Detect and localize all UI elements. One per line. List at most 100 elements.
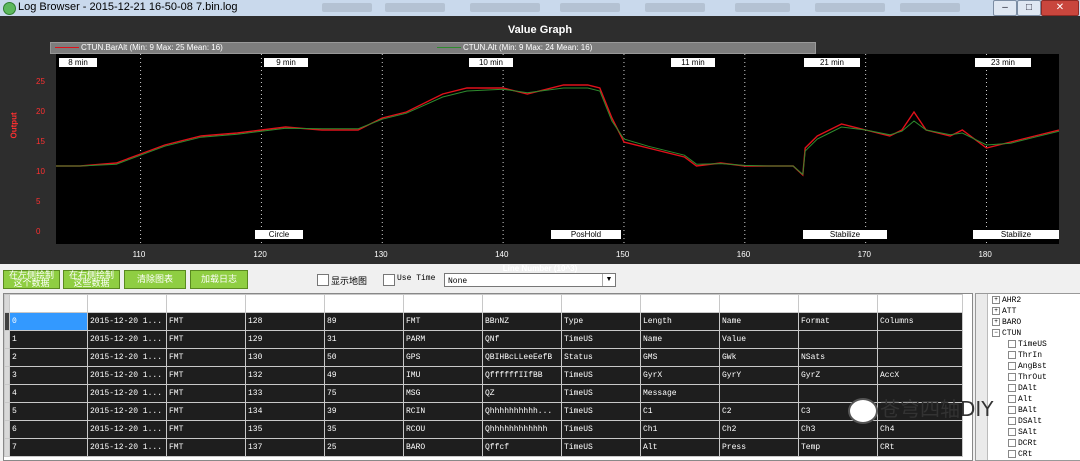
table-cell[interactable] — [719, 384, 799, 403]
table-cell[interactable]: MSG — [403, 384, 483, 403]
table-cell[interactable]: 130 — [245, 348, 325, 367]
table-cell[interactable]: Type — [561, 312, 641, 331]
field-checkbox[interactable] — [1008, 351, 1016, 359]
column-header[interactable] — [561, 294, 641, 313]
table-cell[interactable]: QffffffIIfBB — [482, 366, 562, 385]
table-cell[interactable]: FMT — [166, 366, 246, 385]
table-cell[interactable]: Value — [719, 330, 799, 349]
table-cell[interactable]: 2015-12-20 1... — [87, 402, 167, 421]
table-cell[interactable]: FMT — [166, 330, 246, 349]
table-cell[interactable]: C2 — [719, 402, 799, 421]
column-header[interactable] — [403, 294, 483, 313]
minimize-button[interactable]: – — [993, 0, 1017, 16]
table-cell[interactable]: Message — [640, 384, 720, 403]
table-cell[interactable]: Press — [719, 438, 799, 457]
table-cell[interactable]: FMT — [403, 312, 483, 331]
table-row[interactable]: 0 2015-12-20 1... FMT 128 89 FMT BBnNZ Type Leng… — [4, 312, 963, 331]
table-cell[interactable]: 39 — [324, 402, 404, 421]
tree-leaf[interactable]: Alt — [1008, 395, 1032, 404]
table-cell[interactable]: 31 — [324, 330, 404, 349]
table-cell[interactable]: FMT — [166, 402, 246, 421]
table-cell[interactable]: 133 — [245, 384, 325, 403]
use-time-checkbox[interactable] — [383, 274, 395, 286]
table-cell[interactable]: Ch1 — [640, 420, 720, 439]
tree-node-baro[interactable]: + BARO — [992, 318, 1021, 327]
table-cell[interactable]: Name — [719, 312, 799, 331]
table-cell[interactable]: 128 — [245, 312, 325, 331]
plot-area[interactable] — [56, 54, 1059, 244]
expand-icon[interactable]: + — [992, 296, 1000, 304]
table-cell[interactable]: 25 — [324, 438, 404, 457]
tree-leaf[interactable]: ThrOut — [1008, 373, 1047, 382]
table-cell[interactable]: Columns — [877, 312, 963, 331]
table-cell[interactable]: GMS — [640, 348, 720, 367]
table-cell[interactable]: GPS — [403, 348, 483, 367]
table-cell[interactable]: FMT — [166, 312, 246, 331]
table-cell[interactable]: 49 — [324, 366, 404, 385]
column-header[interactable] — [482, 294, 562, 313]
field-checkbox[interactable] — [1008, 439, 1016, 447]
table-cell[interactable]: Length — [640, 312, 720, 331]
load-log-button[interactable]: 加载日志 — [190, 270, 248, 289]
graph-right-button[interactable]: 在右侧绘制 这些数据 — [63, 270, 120, 289]
table-cell[interactable]: 35 — [324, 420, 404, 439]
tree-scrollbar[interactable] — [976, 294, 988, 460]
table-cell[interactable]: 134 — [245, 402, 325, 421]
table-cell[interactable]: 2015-12-20 1... — [87, 420, 167, 439]
table-cell[interactable]: BARO — [403, 438, 483, 457]
table-cell[interactable]: GyrY — [719, 366, 799, 385]
table-cell[interactable]: QZ — [482, 384, 562, 403]
log-data-grid[interactable]: 0 2015-12-20 1... FMT 128 89 FMT BBnNZ Type Leng… — [3, 293, 973, 461]
table-row[interactable]: 1 2015-12-20 1... FMT 129 31 PARM QNf TimeUS Nam… — [4, 330, 963, 349]
field-checkbox[interactable] — [1008, 362, 1016, 370]
field-checkbox[interactable] — [1008, 406, 1016, 414]
field-checkbox[interactable] — [1008, 450, 1016, 458]
table-cell[interactable]: 2015-12-20 1... — [87, 366, 167, 385]
table-cell[interactable]: 6 — [9, 420, 88, 439]
table-cell[interactable]: 2015-12-20 1... — [87, 438, 167, 457]
column-header[interactable] — [9, 294, 88, 313]
table-cell[interactable]: Qhhhhhhhhhh... — [482, 402, 562, 421]
table-cell[interactable]: Qffcf — [482, 438, 562, 457]
table-cell[interactable]: TimeUS — [561, 366, 641, 385]
table-row[interactable]: 4 2015-12-20 1... FMT 133 75 MSG QZ TimeUS Messa… — [4, 384, 963, 403]
table-cell[interactable]: 4 — [9, 384, 88, 403]
table-cell[interactable]: BBnNZ — [482, 312, 562, 331]
field-checkbox[interactable] — [1008, 395, 1016, 403]
field-checkbox[interactable] — [1008, 340, 1016, 348]
time-select[interactable]: None ▼ — [444, 273, 616, 287]
table-cell[interactable]: 50 — [324, 348, 404, 367]
table-row[interactable]: 7 2015-12-20 1... FMT 137 25 BARO Qffcf TimeUS A… — [4, 438, 963, 457]
table-row[interactable]: 3 2015-12-20 1... FMT 132 49 IMU QffffffIIfBB T… — [4, 366, 963, 385]
column-header[interactable] — [87, 294, 167, 313]
table-cell[interactable]: Ch2 — [719, 420, 799, 439]
table-cell[interactable]: 135 — [245, 420, 325, 439]
table-cell[interactable]: 132 — [245, 366, 325, 385]
table-cell[interactable]: Alt — [640, 438, 720, 457]
close-button[interactable]: ✕ — [1041, 0, 1079, 16]
collapse-icon[interactable]: − — [992, 329, 1000, 337]
table-cell[interactable]: FMT — [166, 420, 246, 439]
column-header[interactable] — [166, 294, 246, 313]
table-cell[interactable]: Ch4 — [877, 420, 963, 439]
table-row[interactable]: 6 2015-12-20 1... FMT 135 35 RCOU Qhhhhhhhhhhh… — [4, 420, 963, 439]
clear-graph-button[interactable]: 清除图表 — [124, 270, 186, 289]
column-header[interactable] — [324, 294, 404, 313]
tree-leaf[interactable]: AngBst — [1008, 362, 1047, 371]
table-cell[interactable]: TimeUS — [561, 330, 641, 349]
table-cell[interactable]: 2 — [9, 348, 88, 367]
tree-leaf[interactable]: DAlt — [1008, 384, 1037, 393]
table-row[interactable]: 2 2015-12-20 1... FMT 130 50 GPS QBIHBcLLeeEef… — [4, 348, 963, 367]
chevron-down-icon[interactable]: ▼ — [602, 274, 615, 286]
table-cell[interactable] — [798, 330, 878, 349]
tree-leaf[interactable]: SAlt — [1008, 428, 1037, 437]
table-cell[interactable]: GyrZ — [798, 366, 878, 385]
table-cell[interactable]: TimeUS — [561, 438, 641, 457]
table-cell[interactable]: GWk — [719, 348, 799, 367]
table-cell[interactable] — [877, 330, 963, 349]
table-cell[interactable]: PARM — [403, 330, 483, 349]
table-cell[interactable]: 2015-12-20 1... — [87, 330, 167, 349]
table-cell[interactable]: Qhhhhhhhhhhhh — [482, 420, 562, 439]
table-cell[interactable]: TimeUS — [561, 384, 641, 403]
field-checkbox[interactable] — [1008, 373, 1016, 381]
